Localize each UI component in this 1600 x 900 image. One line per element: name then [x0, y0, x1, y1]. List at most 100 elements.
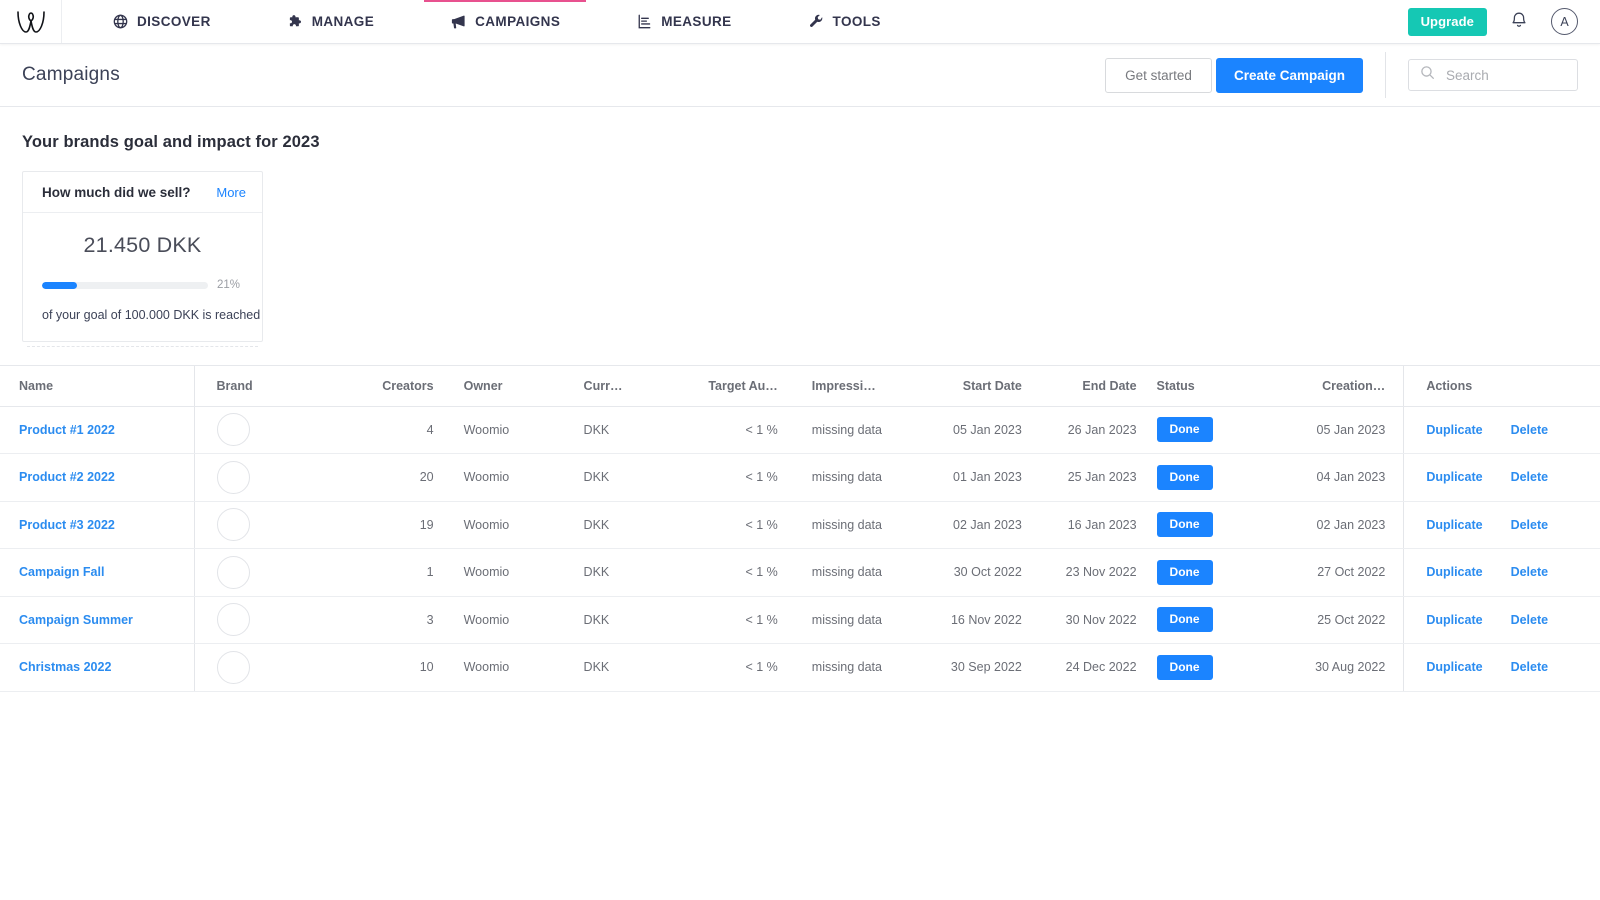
delete-link[interactable]: Delete — [1511, 518, 1549, 532]
cell-creators: 3 — [340, 596, 452, 644]
get-started-button[interactable]: Get started — [1105, 57, 1212, 93]
cell-name: Product #3 2022 — [0, 501, 194, 549]
duplicate-link[interactable]: Duplicate — [1426, 660, 1482, 674]
puzzle-icon — [287, 13, 304, 30]
delete-link[interactable]: Delete — [1511, 613, 1549, 627]
search-box[interactable] — [1408, 59, 1578, 91]
goal-card-header: How much did we sell? More — [23, 172, 262, 213]
status-badge[interactable]: Done — [1156, 607, 1213, 633]
cell-name: Campaign Summer — [0, 596, 194, 644]
column-header-start-date[interactable]: Start Date — [920, 366, 1040, 407]
cell-brand — [193, 453, 341, 502]
status-badge[interactable]: Done — [1156, 464, 1213, 490]
cell-start-date: 16 Nov 2022 — [920, 596, 1040, 644]
campaigns-table-head: Name Brand Creators Owner Curr… Target A… — [0, 366, 1600, 407]
primary-nav-items: DISCOVER MANAGE CAMPAIGNS MEASURE TOOLS — [62, 0, 907, 43]
duplicate-link[interactable]: Duplicate — [1426, 565, 1482, 579]
cell-creation-date: 25 Oct 2022 — [1273, 596, 1404, 644]
campaign-name-link[interactable]: Product #2 2022 — [19, 470, 115, 484]
table-row: Campaign Fall 1 Woomio DKK < 1 % missing data… — [0, 548, 1600, 597]
cell-start-date: 01 Jan 2023 — [920, 453, 1040, 502]
cell-currency: DKK — [571, 453, 671, 502]
campaign-name-link[interactable]: Product #1 2022 — [19, 423, 115, 437]
campaign-name-link[interactable]: Campaign Summer — [19, 613, 133, 627]
upgrade-button[interactable]: Upgrade — [1407, 7, 1487, 36]
megaphone-icon — [450, 13, 467, 30]
column-header-end-date[interactable]: End Date — [1039, 366, 1155, 407]
cell-owner: Woomio — [451, 406, 572, 454]
campaigns-table-container: Name Brand Creators Owner Curr… Target A… — [0, 365, 1600, 692]
nav-item-manage[interactable]: MANAGE — [261, 0, 400, 43]
goal-card-title: How much did we sell? — [42, 185, 191, 200]
delete-link[interactable]: Delete — [1511, 660, 1549, 674]
cell-brand — [193, 501, 341, 549]
duplicate-link[interactable]: Duplicate — [1426, 518, 1482, 532]
brand-avatar — [216, 460, 250, 494]
column-header-target-audience[interactable]: Target Au… — [670, 366, 796, 407]
column-header-actions[interactable]: Actions — [1403, 366, 1600, 407]
delete-link[interactable]: Delete — [1511, 423, 1549, 437]
cell-impressions: missing data — [795, 406, 921, 454]
nav-item-tools[interactable]: TOOLS — [782, 0, 907, 43]
campaign-name-link[interactable]: Campaign Fall — [19, 565, 104, 579]
nav-item-measure-label: MEASURE — [661, 14, 732, 29]
bell-icon[interactable] — [1509, 11, 1529, 32]
woomio-w-logo-icon — [16, 9, 46, 35]
table-row: Campaign Summer 3 Woomio DKK < 1 % missing da… — [0, 596, 1600, 644]
column-header-name[interactable]: Name — [0, 366, 194, 407]
cell-start-date: 05 Jan 2023 — [920, 406, 1040, 454]
column-header-creators[interactable]: Creators — [340, 366, 452, 407]
column-header-status[interactable]: Status — [1154, 366, 1274, 407]
status-badge[interactable]: Done — [1156, 559, 1213, 585]
cell-name: Campaign Fall — [0, 548, 194, 597]
status-badge[interactable]: Done — [1156, 654, 1213, 680]
cell-creators: 10 — [340, 643, 452, 692]
brand-avatar — [216, 603, 250, 637]
campaign-name-link[interactable]: Christmas 2022 — [19, 660, 111, 674]
column-header-creation-date[interactable]: Creation… — [1273, 366, 1404, 407]
cell-creation-date: 05 Jan 2023 — [1273, 406, 1404, 454]
cell-status: Done — [1154, 501, 1274, 549]
campaign-name-link[interactable]: Product #3 2022 — [19, 518, 115, 532]
duplicate-link[interactable]: Duplicate — [1426, 423, 1482, 437]
cell-impressions: missing data — [795, 501, 921, 549]
cell-status: Done — [1154, 406, 1274, 454]
duplicate-link[interactable]: Duplicate — [1426, 470, 1482, 484]
avatar[interactable]: A — [1551, 8, 1578, 35]
cell-actions: Duplicate Delete — [1403, 501, 1600, 549]
cell-brand — [193, 596, 341, 644]
cell-impressions: missing data — [795, 548, 921, 597]
app-logo[interactable] — [0, 0, 62, 43]
cell-impressions: missing data — [795, 453, 921, 502]
cell-target-audience: < 1 % — [670, 453, 796, 502]
nav-item-measure[interactable]: MEASURE — [610, 0, 757, 43]
nav-item-manage-label: MANAGE — [311, 14, 375, 29]
cell-end-date: 23 Nov 2022 — [1039, 548, 1155, 597]
cell-creation-date: 02 Jan 2023 — [1273, 501, 1404, 549]
delete-link[interactable]: Delete — [1511, 470, 1549, 484]
column-header-owner[interactable]: Owner — [451, 366, 572, 407]
cell-name: Product #1 2022 — [0, 406, 194, 454]
status-badge[interactable]: Done — [1156, 417, 1213, 443]
column-header-brand[interactable]: Brand — [193, 366, 341, 407]
duplicate-link[interactable]: Duplicate — [1426, 613, 1482, 627]
top-navigation-bar: DISCOVER MANAGE CAMPAIGNS MEASURE TOOLS … — [0, 0, 1600, 44]
column-header-currency[interactable]: Curr… — [571, 366, 671, 407]
nav-item-campaigns-label: CAMPAIGNS — [475, 14, 561, 29]
status-badge[interactable]: Done — [1156, 512, 1213, 538]
goal-section-heading: Your brands goal and impact for 2023 — [22, 133, 320, 151]
cell-end-date: 25 Jan 2023 — [1039, 453, 1155, 502]
cell-currency: DKK — [571, 501, 671, 549]
cell-brand — [193, 643, 341, 692]
cell-creation-date: 27 Oct 2022 — [1273, 548, 1404, 597]
goal-more-link[interactable]: More — [216, 185, 246, 200]
cell-end-date: 26 Jan 2023 — [1039, 406, 1155, 454]
nav-item-discover[interactable]: DISCOVER — [86, 0, 237, 43]
search-input[interactable] — [1446, 67, 1566, 83]
create-campaign-button[interactable]: Create Campaign — [1215, 57, 1363, 93]
cell-name: Christmas 2022 — [0, 643, 194, 692]
nav-item-campaigns[interactable]: CAMPAIGNS — [424, 0, 587, 43]
cell-actions: Duplicate Delete — [1403, 406, 1600, 454]
column-header-impressions[interactable]: Impressi… — [795, 366, 921, 407]
delete-link[interactable]: Delete — [1511, 565, 1549, 579]
